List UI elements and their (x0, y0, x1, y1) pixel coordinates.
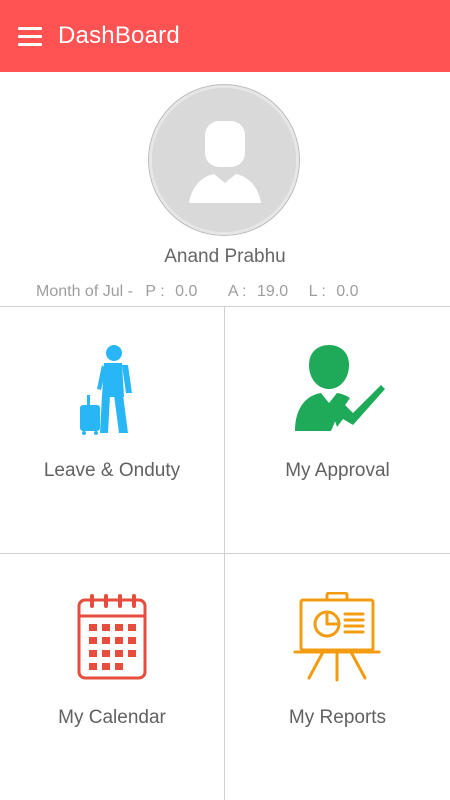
person-checkmark-icon (295, 345, 385, 431)
presentation-board-icon (293, 592, 381, 682)
absent-label: A : (227, 283, 247, 300)
present-label: P : (145, 283, 165, 300)
absent-value: 19.0 (256, 283, 289, 300)
user-name: Anand Prabhu (164, 246, 286, 267)
my-calendar-label: My Calendar (58, 707, 166, 728)
calendar-icon (77, 594, 147, 680)
avatar[interactable] (149, 85, 299, 235)
my-calendar-tile[interactable]: My Calendar (0, 554, 225, 800)
dashboard-grid: Leave & Onduty My Approval My Calendar M… (0, 306, 450, 800)
app-bar: DashBoard (0, 0, 450, 72)
leave-value: 0.0 (336, 283, 359, 300)
present-value: 0.0 (175, 283, 198, 300)
my-approval-label: My Approval (285, 460, 390, 481)
traveler-luggage-icon (80, 345, 132, 435)
attendance-summary: Month of Jul - P : 0.0 A : 19.0 L : 0.0 (36, 283, 358, 301)
leave-onduty-label: Leave & Onduty (43, 460, 181, 481)
leave-onduty-tile[interactable]: Leave & Onduty (0, 307, 225, 554)
menu-button[interactable] (8, 0, 52, 72)
my-reports-label: My Reports (288, 707, 387, 728)
leave-label: L : (308, 283, 326, 300)
page-title: DashBoard (58, 22, 180, 49)
user-silhouette-icon (152, 88, 296, 232)
my-approval-tile[interactable]: My Approval (225, 307, 450, 554)
profile-section: Anand Prabhu Month of Jul - P : 0.0 A : … (0, 72, 450, 306)
month-label: Month of Jul - (36, 283, 133, 300)
hamburger-menu-icon (18, 27, 42, 46)
my-reports-tile[interactable]: My Reports (225, 554, 450, 800)
